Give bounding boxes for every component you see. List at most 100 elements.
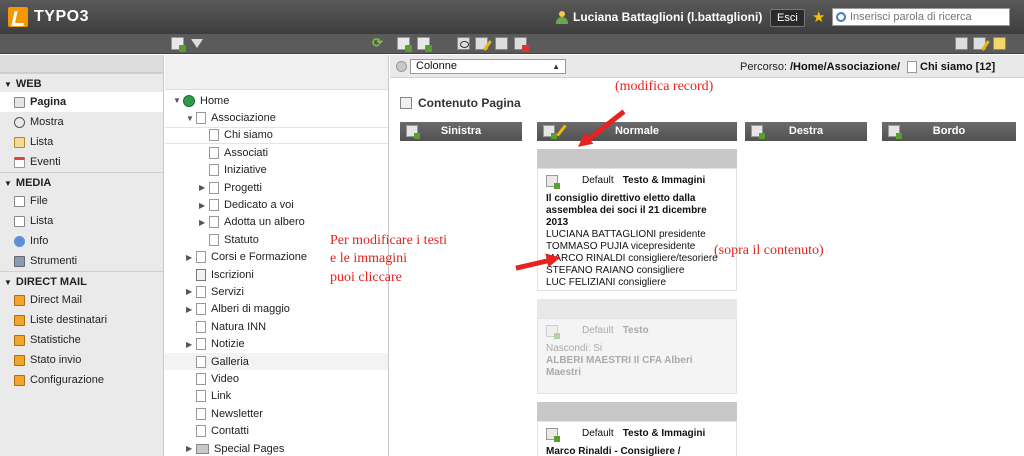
tree-node[interactable]: ▶ Notizie xyxy=(165,335,388,352)
page-icon[interactable] xyxy=(196,285,206,298)
history-icon[interactable] xyxy=(514,37,529,52)
expand-right-icon[interactable]: ▶ xyxy=(186,305,196,314)
module-recipient-lists[interactable]: Liste destinatari xyxy=(0,310,163,330)
tree-node[interactable]: Newsletter xyxy=(165,405,388,422)
tree-node[interactable]: Contatti xyxy=(165,422,388,439)
expand-right-icon[interactable]: ▶ xyxy=(199,183,209,192)
expand-right-icon[interactable]: ▶ xyxy=(199,201,209,210)
page-icon[interactable] xyxy=(209,181,219,194)
tree-node[interactable]: ▶ Dedicato a voi xyxy=(165,196,388,213)
page-icon[interactable] xyxy=(209,199,219,212)
clipboard-icon[interactable] xyxy=(973,37,986,50)
tree-node[interactable]: Video xyxy=(165,370,388,387)
content-record[interactable]: Default Testo & Immagini Marco Rinaldi -… xyxy=(537,421,737,456)
module-web-events[interactable]: Eventi xyxy=(0,152,163,172)
module-media-tools[interactable]: Strumenti xyxy=(0,251,163,271)
module-group-media[interactable]: MEDIA xyxy=(0,172,163,191)
tree-node-label[interactable]: Progetti xyxy=(224,182,262,194)
tree-node[interactable]: Natura INN xyxy=(165,318,388,335)
text-image-icon[interactable] xyxy=(546,428,560,442)
page-icon[interactable] xyxy=(196,112,206,125)
typo3-logo[interactable]: TYPO3 xyxy=(8,7,89,27)
tree-node-label[interactable]: Adotta un albero xyxy=(224,216,305,228)
new-record-icon[interactable] xyxy=(397,37,412,52)
text-image-icon[interactable] xyxy=(546,175,560,189)
expand-right-icon[interactable]: ▶ xyxy=(199,218,209,227)
page-icon[interactable] xyxy=(196,268,206,281)
tree-node[interactable]: Galleria xyxy=(165,352,388,371)
module-media-list[interactable]: Lista xyxy=(0,211,163,231)
bookmark-star-icon[interactable]: ★ xyxy=(812,8,825,26)
new-content-icon[interactable] xyxy=(417,37,432,52)
page-icon[interactable] xyxy=(196,320,206,333)
module-direct-mail[interactable]: Direct Mail xyxy=(0,290,163,310)
tree-node-label[interactable]: Iscrizioni xyxy=(211,269,254,281)
tree-node-label[interactable]: Special Pages xyxy=(214,443,284,455)
page-icon[interactable] xyxy=(209,146,219,159)
page-icon[interactable] xyxy=(209,233,219,246)
new-content-icon[interactable] xyxy=(888,125,902,139)
expand-right-icon[interactable]: ▶ xyxy=(186,444,196,453)
tree-node-label[interactable]: Link xyxy=(211,390,231,402)
tree-node[interactable]: Link xyxy=(165,388,388,405)
list-view-icon[interactable] xyxy=(955,37,968,50)
page-icon[interactable] xyxy=(196,407,206,420)
page-icon[interactable] xyxy=(209,129,219,142)
edit-page-icon[interactable] xyxy=(475,37,488,50)
content-record[interactable]: Default Testo & Immagini Il consiglio di… xyxy=(537,168,737,291)
tree-node[interactable]: ▶ Alberi di maggio xyxy=(165,301,388,318)
page-icon[interactable] xyxy=(209,216,219,229)
globe-icon[interactable] xyxy=(183,94,195,107)
page-properties-icon[interactable] xyxy=(495,37,508,50)
tree-node-label[interactable]: Natura INN xyxy=(211,321,266,333)
tree-node[interactable]: Iniziative xyxy=(165,162,388,179)
refresh-icon[interactable]: ⟳ xyxy=(372,35,385,50)
tree-node-label[interactable]: Notizie xyxy=(211,338,245,350)
tree-node-label[interactable]: Statuto xyxy=(224,234,259,246)
expand-right-icon[interactable]: ▶ xyxy=(186,340,196,349)
search-input[interactable] xyxy=(850,11,1000,23)
tree-node-label[interactable]: Contatti xyxy=(211,425,249,437)
module-media-file[interactable]: File xyxy=(0,191,163,211)
tree-node[interactable]: Chi siamo xyxy=(165,126,388,145)
help-icon[interactable] xyxy=(396,61,407,72)
module-web-list[interactable]: Lista xyxy=(0,132,163,152)
module-media-info[interactable]: Info xyxy=(0,231,163,251)
tree-node-label[interactable]: Corsi e Formazione xyxy=(211,251,307,263)
tree-node[interactable]: ▶ Progetti xyxy=(165,179,388,196)
tree-node-label[interactable]: Video xyxy=(211,373,239,385)
new-content-icon[interactable] xyxy=(406,125,420,139)
tree-node-label[interactable]: Home xyxy=(200,95,229,107)
tree-node-label[interactable]: Newsletter xyxy=(211,408,263,420)
new-content-icon[interactable] xyxy=(751,125,765,139)
expand-down-icon[interactable]: ▼ xyxy=(173,96,183,105)
text-icon[interactable] xyxy=(546,325,560,339)
tree-node-label[interactable]: Associazione xyxy=(211,112,276,124)
path-current-page[interactable]: Chi siamo [12] xyxy=(907,61,995,73)
tree-node-label[interactable]: Servizi xyxy=(211,286,244,298)
tree-node[interactable]: ▶ Special Pages xyxy=(165,440,388,456)
expand-right-icon[interactable]: ▶ xyxy=(186,253,196,262)
shortcut-star-icon[interactable] xyxy=(993,37,1006,50)
search-box[interactable] xyxy=(832,8,1010,26)
expand-down-icon[interactable]: ▼ xyxy=(186,114,196,123)
page-icon[interactable] xyxy=(196,425,206,438)
module-configuration[interactable]: Configurazione xyxy=(0,370,163,390)
folder-icon[interactable] xyxy=(196,443,209,454)
content-record-hidden[interactable]: Default Testo Nascondi: Si ALBERI MAESTR… xyxy=(537,318,737,394)
module-web-view[interactable]: Mostra xyxy=(0,112,163,132)
module-send-status[interactable]: Stato invio xyxy=(0,350,163,370)
logout-button[interactable]: Esci xyxy=(770,9,805,27)
tree-node[interactable]: ▼ Home xyxy=(165,92,388,109)
tree-node-label[interactable]: Alberi di maggio xyxy=(211,303,290,315)
user-info[interactable]: Luciana Battaglioni (l.battaglioni) xyxy=(556,10,762,24)
tree-node-label[interactable]: Galleria xyxy=(211,356,249,368)
module-web-page[interactable]: Pagina xyxy=(0,92,163,112)
page-icon[interactable] xyxy=(196,372,206,385)
page-icon[interactable] xyxy=(196,251,206,264)
tree-node-label[interactable]: Iniziative xyxy=(224,164,267,176)
tree-node-label[interactable]: Dedicato a voi xyxy=(224,199,294,211)
module-statistics[interactable]: Statistiche xyxy=(0,330,163,350)
page-icon[interactable] xyxy=(196,303,206,316)
tree-node-label[interactable]: Chi siamo xyxy=(224,129,273,141)
